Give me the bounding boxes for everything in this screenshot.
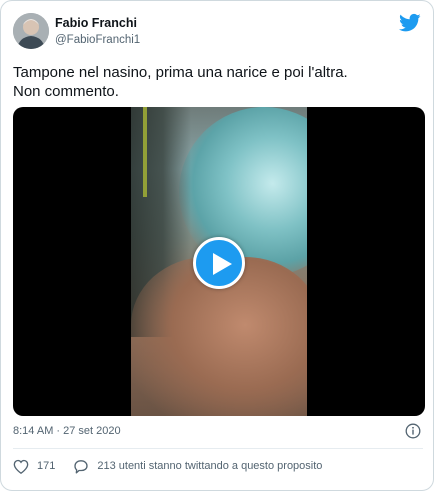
speech-bubble-icon	[74, 459, 89, 474]
conversation-label: 213 utenti stanno twittando a questo pro…	[97, 460, 323, 472]
author-handle[interactable]: @FabioFranchi1	[55, 34, 140, 46]
avatar[interactable]	[13, 13, 49, 49]
like-button[interactable]: 171	[13, 459, 55, 474]
conversation-link[interactable]: 213 utenti stanno twittando a questo pro…	[73, 459, 322, 474]
divider	[13, 448, 423, 449]
video-player[interactable]	[13, 107, 425, 416]
heart-icon	[13, 459, 29, 474]
tweet-timestamp[interactable]: 8:14 AM · 27 set 2020	[13, 425, 121, 437]
tweet-text: Tampone nel nasino, prima una narice e p…	[13, 64, 348, 100]
tweet-card: Fabio Franchi @FabioFranchi1 Tampone nel…	[0, 0, 434, 491]
info-icon[interactable]	[405, 423, 421, 439]
author-name[interactable]: Fabio Franchi	[55, 16, 137, 30]
tweet-actions: 171 213 utenti stanno twittando a questo…	[13, 457, 340, 475]
play-button[interactable]	[193, 237, 245, 289]
like-count: 171	[37, 460, 56, 472]
play-icon	[213, 253, 232, 275]
twitter-bird-icon[interactable]	[399, 13, 421, 33]
